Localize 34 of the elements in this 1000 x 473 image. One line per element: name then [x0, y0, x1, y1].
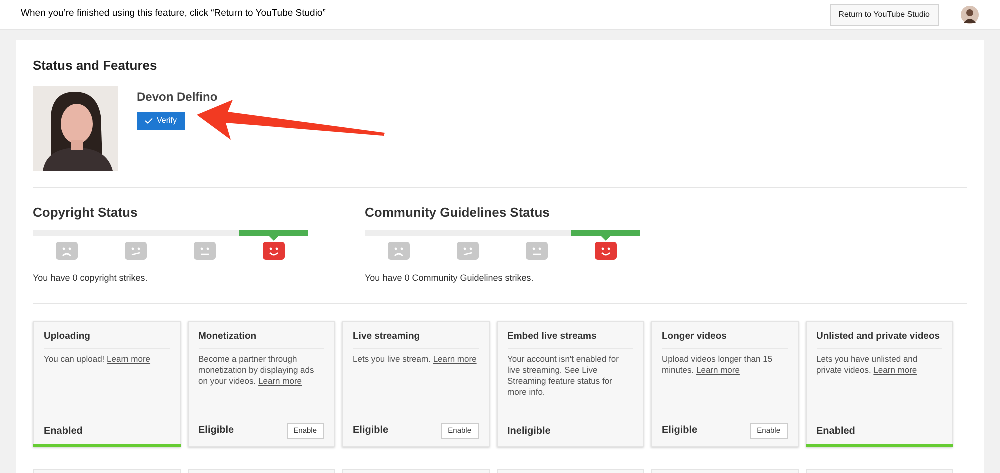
return-button[interactable]: Return to YouTube Studio [830, 4, 939, 26]
check-icon [145, 118, 153, 124]
card-description: Lets you live stream. Learn more [353, 354, 478, 365]
feature-status: Eligible [662, 424, 698, 438]
feature-status: Eligible [198, 424, 234, 438]
strike-count: You have 0 Community Guidelines strikes. [365, 272, 535, 285]
learn-more-link[interactable]: Learn more [258, 376, 302, 386]
card-title: Monetization [198, 330, 324, 349]
feature-status: Enabled [816, 424, 856, 438]
learn-more-link[interactable]: Learn more [107, 354, 151, 364]
section-title: Community Guidelines Status [365, 204, 551, 222]
channel-name: Devon Delfino [137, 88, 218, 106]
card-description: Become a partner through monetization by displaying ads on your videos. Learn more [198, 354, 316, 387]
card-description: Lets you have unlisted and private videos. Learn more [816, 354, 919, 376]
feature-status: Eligible [353, 424, 389, 438]
notice-text: When you’re finished using this feature, click “Return to YouTube Studio” [21, 7, 326, 22]
card-title: Live streaming [353, 330, 478, 349]
section-title: Copyright Status [33, 204, 139, 222]
card-description: Upload videos longer than 15 minutes. Learn more [662, 354, 774, 376]
card-title: Longer videos [662, 330, 788, 349]
learn-more-link[interactable]: Learn more [433, 354, 477, 364]
card-description: Your account isn't enabled for live streaming. See Live Streaming feature status for more info. [508, 354, 620, 398]
card-description: You can upload! Learn more [44, 354, 152, 365]
feature-status: Enabled [44, 424, 83, 438]
page-title: Status and Features [33, 57, 158, 75]
avatar[interactable] [961, 6, 979, 24]
verify-button[interactable]: Verify [137, 112, 186, 130]
learn-more-link[interactable]: Learn more [874, 364, 918, 375]
card-title: Embed live streams [508, 330, 633, 349]
learn-more-link[interactable]: Learn more [696, 364, 740, 375]
strike-count: You have 0 copyright strikes. [33, 272, 149, 285]
card-title: Unlisted and private videos [816, 330, 942, 349]
card-title: Uploading [44, 330, 170, 349]
feature-status: Ineligible [508, 424, 551, 438]
